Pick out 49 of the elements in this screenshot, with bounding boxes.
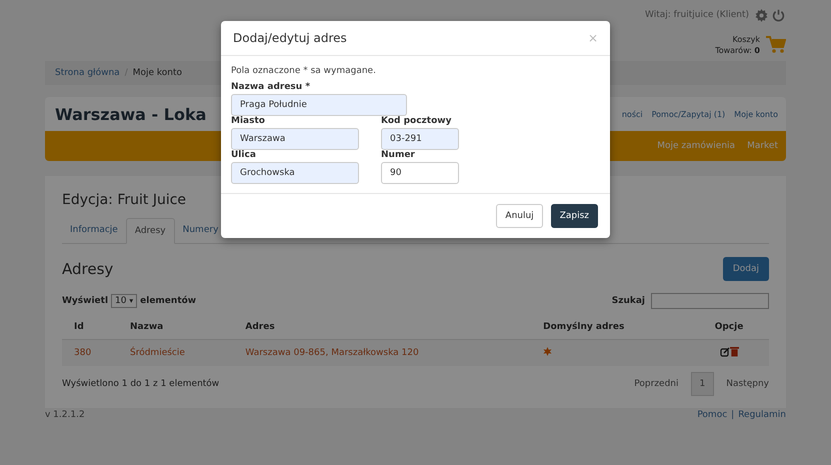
power-icon[interactable]: [772, 8, 785, 22]
page-button[interactable]: 1: [690, 372, 714, 396]
input-field[interactable]: 90: [381, 162, 459, 184]
cart-count-label: Towarów:: [715, 46, 752, 55]
cart-count: 0: [754, 46, 760, 55]
length-label: Wyświetl: [62, 296, 108, 306]
footer-link[interactable]: Regulamin: [738, 410, 786, 420]
field-label: Kod pocztowy: [381, 116, 452, 126]
field-label: Ulica: [231, 150, 257, 160]
input-field[interactable]: Warszawa: [231, 128, 359, 150]
nav-link[interactable]: Moje konto: [734, 110, 778, 118]
cart-label: Koszyk: [732, 34, 760, 45]
required-note: Pola oznaczone * sa wymagane.: [231, 66, 377, 76]
edit-icon[interactable]: [720, 347, 730, 357]
settings-icon[interactable]: [755, 8, 768, 22]
welcome-text: Witaj: fruitjuice (Klient): [645, 10, 749, 20]
trash-icon[interactable]: [730, 346, 738, 357]
table-cell: 380: [62, 340, 120, 366]
cancel-button[interactable]: Anuluj: [496, 204, 543, 228]
nav-link[interactable]: Pomoc/Zapytaj (1): [652, 110, 726, 118]
nav-link[interactable]: ności: [622, 110, 643, 118]
modal-title: Dodaj/edytuj adres: [233, 31, 347, 45]
tab[interactable]: Informacje: [62, 218, 126, 243]
table-info: Wyświetlono 1 do 1 z 1 elementów: [62, 379, 220, 389]
length-label: elementów: [140, 296, 196, 306]
previous-link[interactable]: Poprzedni: [634, 379, 679, 389]
search-label: Szukaj: [612, 296, 645, 306]
page-title: Warszawa - Loka: [55, 104, 206, 124]
breadcrumb-link[interactable]: Strona główna: [55, 68, 120, 78]
search-field[interactable]: [651, 293, 769, 309]
panel-heading: Edycja: Fruit Juice: [62, 192, 188, 208]
version-text: v 1.2.1.2: [45, 410, 85, 420]
link-separator: |: [731, 410, 734, 420]
cart-icon[interactable]: [766, 36, 786, 54]
save-button[interactable]: Zapisz: [550, 204, 598, 228]
section-title: Adresy: [62, 260, 114, 278]
field-label: Miasto: [231, 116, 266, 126]
tab[interactable]: Adresy: [126, 218, 175, 244]
add-button[interactable]: Dodaj: [722, 257, 769, 281]
next-link[interactable]: Następny: [726, 379, 769, 389]
table-cell: Śródmieście: [120, 340, 236, 366]
field-label: Numer: [381, 150, 416, 160]
table-cell: Warszawa 09-865, Marszałkowska 120: [235, 340, 534, 366]
footer-link[interactable]: Pomoc: [697, 410, 728, 420]
field-label: Nazwa adresu *: [231, 82, 312, 92]
input-field[interactable]: Praga Południe: [231, 94, 407, 116]
breadcrumb-separator: /: [124, 68, 128, 78]
input-field[interactable]: Grochowska: [231, 162, 359, 184]
input-field[interactable]: 03-291: [381, 128, 459, 150]
